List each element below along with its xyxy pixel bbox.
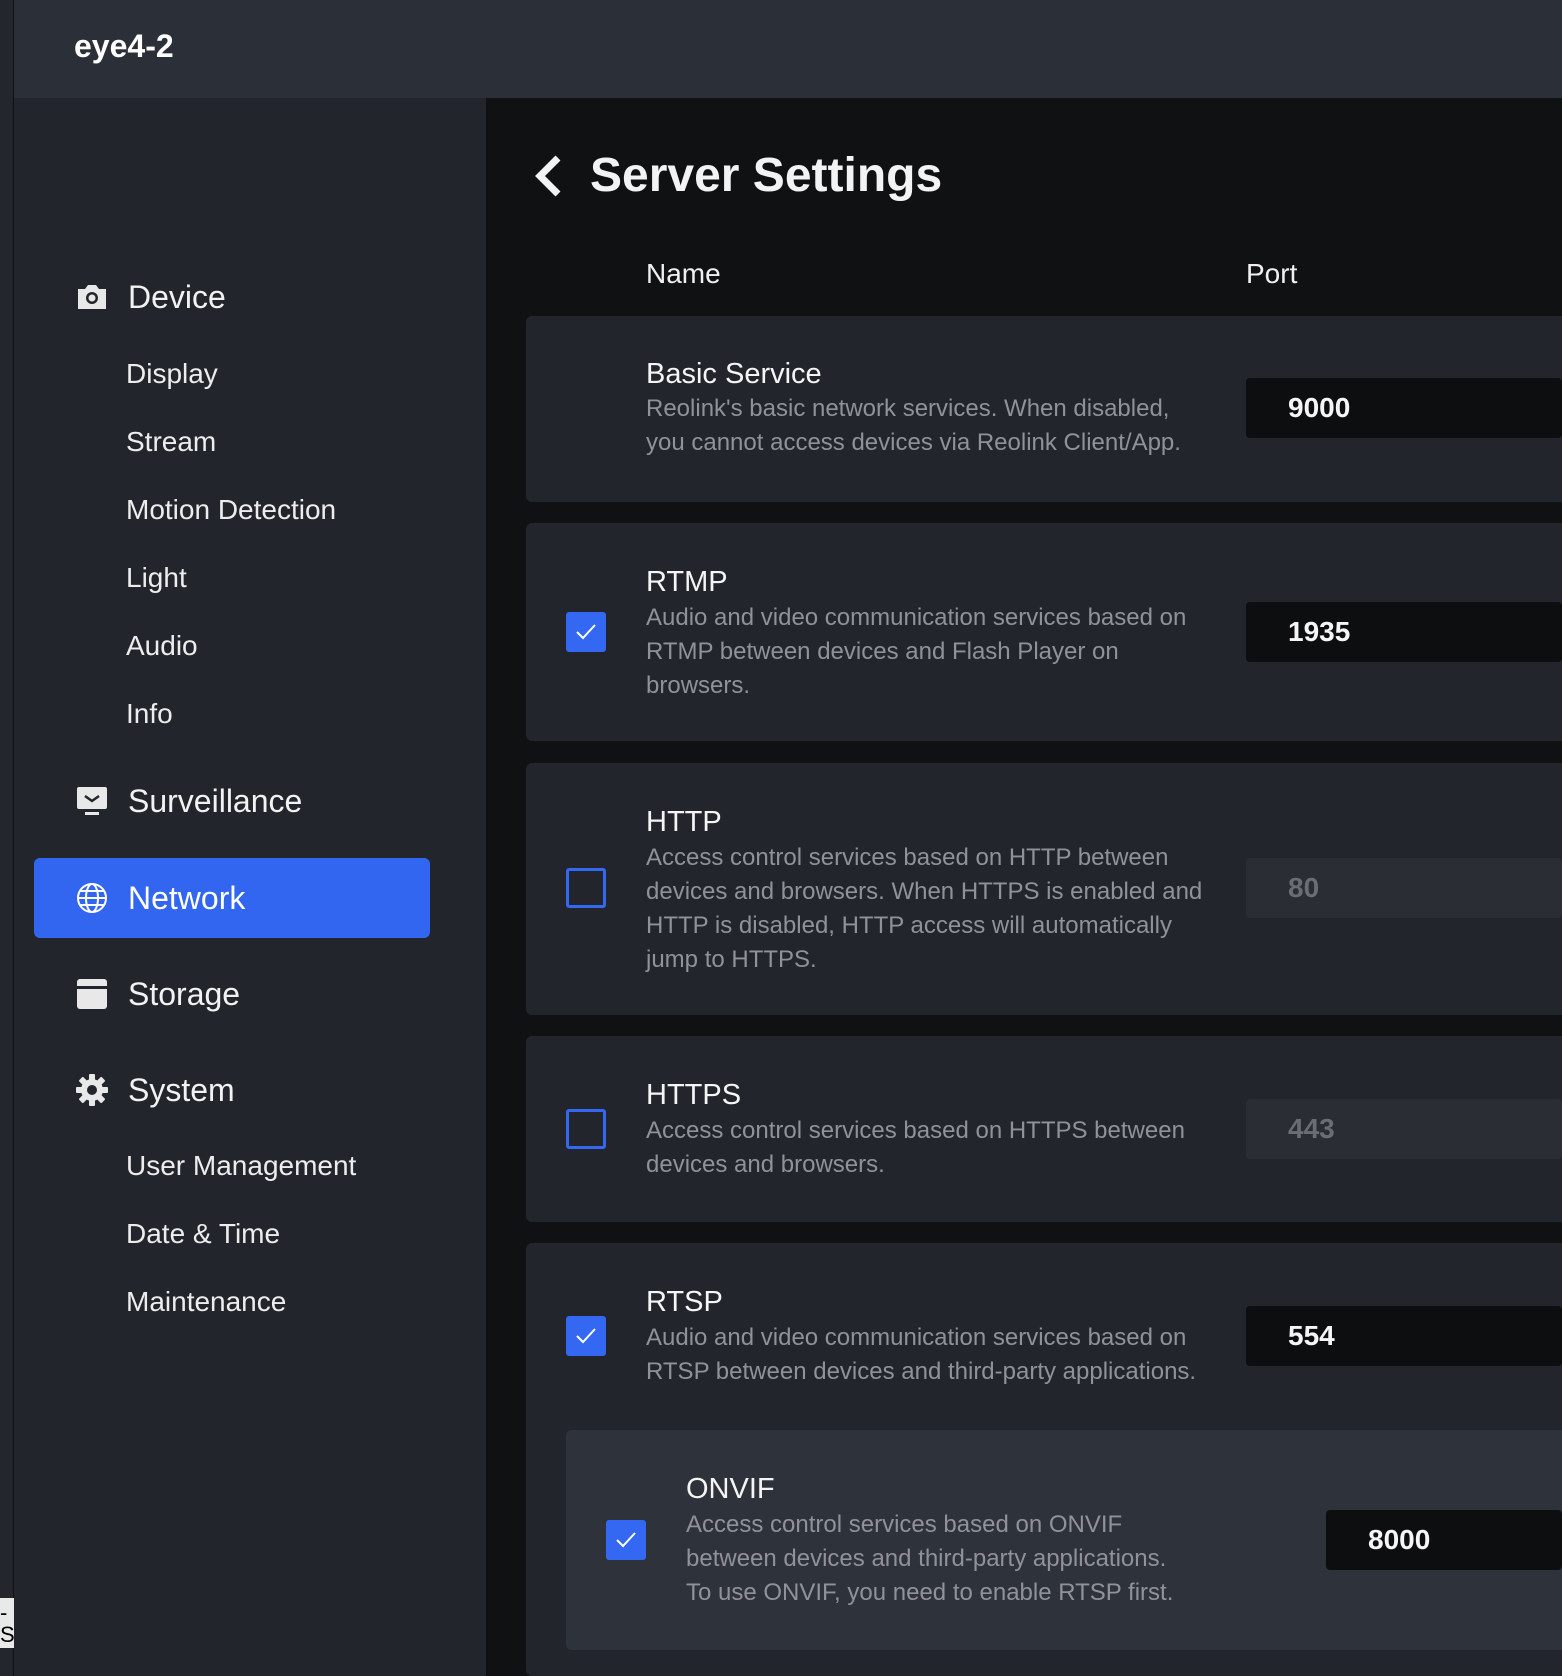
gear-icon bbox=[72, 1070, 112, 1110]
sidebar-section-label: Network bbox=[128, 879, 246, 916]
sidebar-item-audio[interactable]: Audio bbox=[126, 626, 198, 666]
app-title: eye4-2 bbox=[74, 28, 174, 64]
service-name: HTTP bbox=[646, 806, 722, 838]
app-window: -S eye4-2 Device Display Stream Motion D… bbox=[0, 0, 1562, 1676]
page-title: Server Settings bbox=[590, 149, 943, 202]
https-checkbox[interactable] bbox=[566, 1109, 606, 1149]
back-chevron-icon[interactable] bbox=[530, 154, 566, 198]
port-input-http[interactable]: 80 bbox=[1246, 858, 1562, 918]
port-input-basic[interactable]: 9000 bbox=[1246, 378, 1562, 438]
service-row-http: HTTP Access control services based on HT… bbox=[526, 763, 1562, 1015]
sidebar-section-system[interactable]: System bbox=[34, 1050, 430, 1130]
sidebar-item-motion-detection[interactable]: Motion Detection bbox=[126, 490, 336, 530]
service-description: Access control services based on HTTPS b… bbox=[646, 1117, 1185, 1178]
sidebar-section-label: Device bbox=[128, 278, 226, 315]
service-description: Reolink's basic network services. When d… bbox=[646, 395, 1181, 456]
port-input-rtmp[interactable]: 1935 bbox=[1246, 602, 1562, 662]
sidebar-section-label: System bbox=[128, 1071, 235, 1108]
service-row-https: HTTPS Access control services based on H… bbox=[526, 1036, 1562, 1222]
sidebar-section-device[interactable]: Device bbox=[34, 257, 430, 337]
sidebar-item-user-management[interactable]: User Management bbox=[126, 1146, 356, 1186]
service-name: RTMP bbox=[646, 566, 728, 598]
column-header-port: Port bbox=[1246, 258, 1298, 289]
service-row-rtmp: RTMP Audio and video communication servi… bbox=[526, 523, 1562, 741]
sidebar-section-network[interactable]: Network bbox=[34, 858, 430, 938]
top-bar: eye4-2 bbox=[14, 0, 1562, 98]
sidebar-section-label: Storage bbox=[128, 975, 241, 1012]
page-header: Server Settings bbox=[530, 148, 942, 203]
rtsp-checkbox[interactable] bbox=[566, 1316, 606, 1356]
service-name: HTTPS bbox=[646, 1079, 742, 1111]
sidebar-item-date-time[interactable]: Date & Time bbox=[126, 1214, 280, 1254]
globe-icon bbox=[72, 878, 112, 918]
service-description: Access control services based on ONVIF b… bbox=[686, 1511, 1174, 1606]
service-name: Basic Service bbox=[646, 358, 822, 390]
sidebar-item-info[interactable]: Info bbox=[126, 694, 173, 734]
port-input-https[interactable]: 443 bbox=[1246, 1099, 1562, 1159]
service-row-basic: Basic Service Reolink's basic network se… bbox=[526, 316, 1562, 502]
column-header-name: Name bbox=[646, 258, 721, 289]
monitor-icon bbox=[72, 781, 112, 821]
sidebar-section-storage[interactable]: Storage bbox=[34, 954, 430, 1034]
service-name: ONVIF bbox=[686, 1473, 775, 1505]
onvif-checkbox[interactable] bbox=[606, 1520, 646, 1560]
sidebar-section-surveillance[interactable]: Surveillance bbox=[34, 761, 430, 841]
service-description: Audio and video communication services b… bbox=[646, 604, 1187, 699]
port-input-rtsp[interactable]: 554 bbox=[1246, 1306, 1562, 1366]
service-name: RTSP bbox=[646, 1286, 723, 1318]
camera-icon bbox=[72, 277, 112, 317]
sidebar: Device Display Stream Motion Detection L… bbox=[14, 98, 486, 1676]
service-row-onvif: ONVIF Access control services based on O… bbox=[566, 1430, 1562, 1650]
service-row-rtsp: RTSP Audio and video communication servi… bbox=[526, 1243, 1562, 1676]
left-edge-strip: -S bbox=[0, 0, 14, 1676]
sidebar-item-light[interactable]: Light bbox=[126, 558, 187, 598]
port-input-onvif[interactable]: 8000 bbox=[1326, 1510, 1562, 1570]
rtmp-checkbox[interactable] bbox=[566, 612, 606, 652]
sidebar-item-maintenance[interactable]: Maintenance bbox=[126, 1282, 286, 1322]
storage-icon bbox=[72, 974, 112, 1014]
http-checkbox[interactable] bbox=[566, 868, 606, 908]
edge-text: -S bbox=[0, 1598, 14, 1648]
service-description: Audio and video communication services b… bbox=[646, 1324, 1197, 1385]
main-content: Server Settings Name Port Basic Service … bbox=[486, 98, 1562, 1676]
sidebar-section-label: Surveillance bbox=[128, 782, 303, 819]
service-description: Access control services based on HTTP be… bbox=[646, 844, 1203, 973]
sidebar-item-display[interactable]: Display bbox=[126, 354, 218, 394]
sidebar-item-stream[interactable]: Stream bbox=[126, 422, 216, 462]
